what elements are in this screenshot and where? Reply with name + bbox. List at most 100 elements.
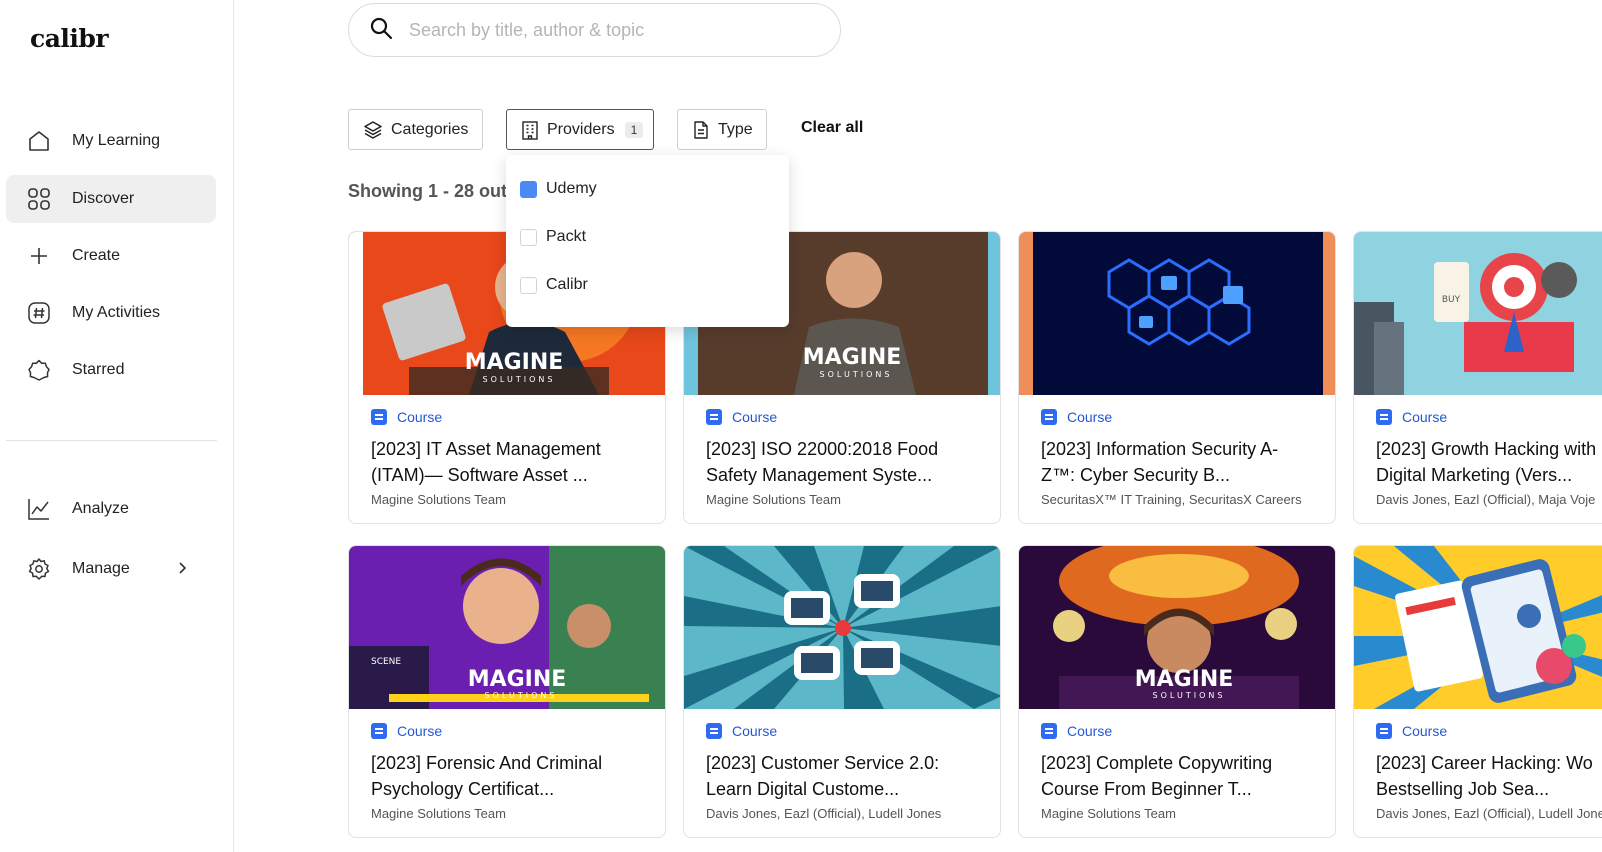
course-thumbnail <box>1354 546 1602 709</box>
provider-option-packt[interactable]: Packt <box>520 228 586 246</box>
course-title[interactable]: [2023] Complete Copywriting Course From … <box>1041 750 1331 802</box>
content-type-badge: Course <box>706 723 777 739</box>
content-type-badge: Course <box>371 409 442 425</box>
categories-label: Categories <box>391 120 469 138</box>
course-icon <box>1041 409 1057 425</box>
checkbox[interactable] <box>520 276 537 294</box>
course-card[interactable]: MAGINE SOLUTIONS Course [2023] Complete … <box>1018 545 1336 838</box>
course-icon <box>706 723 722 739</box>
chevron-right-icon[interactable] <box>174 560 190 581</box>
sidebar-item-label: My Learning <box>72 132 161 149</box>
sidebar-divider <box>6 440 217 441</box>
calibr-logo[interactable]: calibr <box>30 24 109 53</box>
type-label: Type <box>718 120 753 138</box>
sidebar-item-manage[interactable]: Manage <box>6 545 216 593</box>
course-thumbnail <box>1019 232 1335 395</box>
course-title[interactable]: [2023] Information Security A- Z™: Cyber… <box>1041 436 1331 488</box>
clear-all-button[interactable]: Clear all <box>801 119 863 137</box>
sidebar-item-my-learning[interactable]: My Learning <box>6 117 216 165</box>
course-thumbnail <box>684 546 1000 709</box>
svg-text:MAGINE: MAGINE <box>465 350 564 375</box>
course-author: Davis Jones, Eazl (Official), Maja Voje <box>1376 492 1596 507</box>
svg-text:BUY: BUY <box>1442 295 1461 305</box>
course-icon <box>371 723 387 739</box>
course-title[interactable]: [2023] Forensic And Criminal Psychology … <box>371 750 661 802</box>
course-thumbnail: MAGINE SOLUTIONS <box>1019 546 1335 709</box>
sidebar: calibr My Learning Discover Create My Ac… <box>0 0 234 852</box>
course-author: Magine Solutions Team <box>1041 806 1176 821</box>
course-thumbnail: BUY <box>1354 232 1602 395</box>
content-type-badge: Course <box>1376 723 1447 739</box>
course-icon <box>706 409 722 425</box>
search-bar[interactable] <box>348 3 841 57</box>
course-icon <box>1376 409 1392 425</box>
course-title[interactable]: [2023] Customer Service 2.0: Learn Digit… <box>706 750 996 802</box>
document-icon <box>692 120 710 140</box>
home-icon <box>26 128 52 154</box>
course-title[interactable]: [2023] ISO 22000:2018 Food Safety Manage… <box>706 436 996 488</box>
course-title[interactable]: [2023] Growth Hacking with Digital Marke… <box>1376 436 1602 488</box>
checkbox-checked[interactable] <box>520 180 537 198</box>
type-filter-button[interactable]: Type <box>677 109 767 150</box>
layers-icon <box>363 120 383 140</box>
provider-option-calibr[interactable]: Calibr <box>520 276 588 294</box>
provider-option-udemy[interactable]: Udemy <box>520 180 597 198</box>
content-type-badge: Course <box>706 409 777 425</box>
search-icon <box>369 16 393 45</box>
sidebar-item-create[interactable]: Create <box>6 232 216 280</box>
svg-text:SCENE: SCENE <box>371 657 401 667</box>
svg-text:MAGINE: MAGINE <box>468 667 567 692</box>
grid-icon <box>26 186 52 212</box>
content-type-badge: Course <box>1041 723 1112 739</box>
search-input[interactable] <box>409 19 789 41</box>
svg-text:SOLUTIONS: SOLUTIONS <box>820 370 893 379</box>
course-icon <box>371 409 387 425</box>
svg-text:MAGINE: MAGINE <box>1135 667 1234 692</box>
sidebar-item-label: Analyze <box>72 500 129 517</box>
provider-option-label: Calibr <box>546 276 588 293</box>
sidebar-item-my-activities[interactable]: My Activities <box>6 289 216 337</box>
sidebar-item-label: Create <box>72 247 121 264</box>
course-title[interactable]: [2023] Career Hacking: Wo Bestselling Jo… <box>1376 750 1602 802</box>
course-card[interactable]: Course [2023] Customer Service 2.0: Lear… <box>683 545 1001 838</box>
sidebar-item-starred[interactable]: Starred <box>6 346 216 394</box>
provider-option-label: Udemy <box>546 180 597 197</box>
svg-text:SOLUTIONS: SOLUTIONS <box>485 691 558 700</box>
checkbox[interactable] <box>520 228 537 246</box>
course-author: Magine Solutions Team <box>371 806 506 821</box>
course-author: Magine Solutions Team <box>371 492 506 507</box>
course-icon <box>1376 723 1392 739</box>
building-icon <box>521 120 539 140</box>
sidebar-item-analyze[interactable]: Analyze <box>6 485 216 533</box>
course-author: Davis Jones, Eazl (Official), Ludell Jon… <box>706 806 942 821</box>
provider-option-label: Packt <box>546 228 587 245</box>
course-card[interactable]: Course [2023] Career Hacking: Wo Bestsel… <box>1353 545 1602 838</box>
hashtag-icon <box>26 300 52 326</box>
course-author: Davis Jones, Eazl (Official), Ludell Jon… <box>1376 806 1602 821</box>
providers-label: Providers <box>547 120 615 138</box>
categories-filter-button[interactable]: Categories <box>348 109 483 150</box>
svg-text:MAGINE: MAGINE <box>803 345 902 370</box>
gear-icon <box>26 556 52 582</box>
providers-dropdown: Udemy Packt Calibr <box>506 155 789 327</box>
providers-filter-button[interactable]: Providers 1 <box>506 109 654 150</box>
course-author: SecuritasX™ IT Training, SecuritasX Care… <box>1041 492 1302 507</box>
sidebar-item-label: Manage <box>72 560 130 577</box>
star-icon <box>26 357 52 383</box>
course-icon <box>1041 723 1057 739</box>
svg-text:SOLUTIONS: SOLUTIONS <box>483 375 556 384</box>
course-card[interactable]: SCENE MAGINE SOLUTIONS Course [2023] For… <box>348 545 666 838</box>
chart-line-icon <box>26 496 52 522</box>
course-card[interactable]: BUY Course [2023] Growth Hacking with Di… <box>1353 231 1602 524</box>
course-thumbnail: SCENE MAGINE SOLUTIONS <box>349 546 665 709</box>
sidebar-item-label: Discover <box>72 190 135 207</box>
content-type-badge: Course <box>1041 409 1112 425</box>
course-title[interactable]: [2023] IT Asset Management (ITAM)— Softw… <box>371 436 661 488</box>
sidebar-item-discover[interactable]: Discover <box>6 175 216 223</box>
sidebar-item-label: Starred <box>72 361 125 378</box>
course-author: Magine Solutions Team <box>706 492 841 507</box>
content-type-badge: Course <box>371 723 442 739</box>
svg-text:SOLUTIONS: SOLUTIONS <box>1153 691 1226 700</box>
course-card[interactable]: Course [2023] Information Security A- Z™… <box>1018 231 1336 524</box>
content-type-badge: Course <box>1376 409 1447 425</box>
